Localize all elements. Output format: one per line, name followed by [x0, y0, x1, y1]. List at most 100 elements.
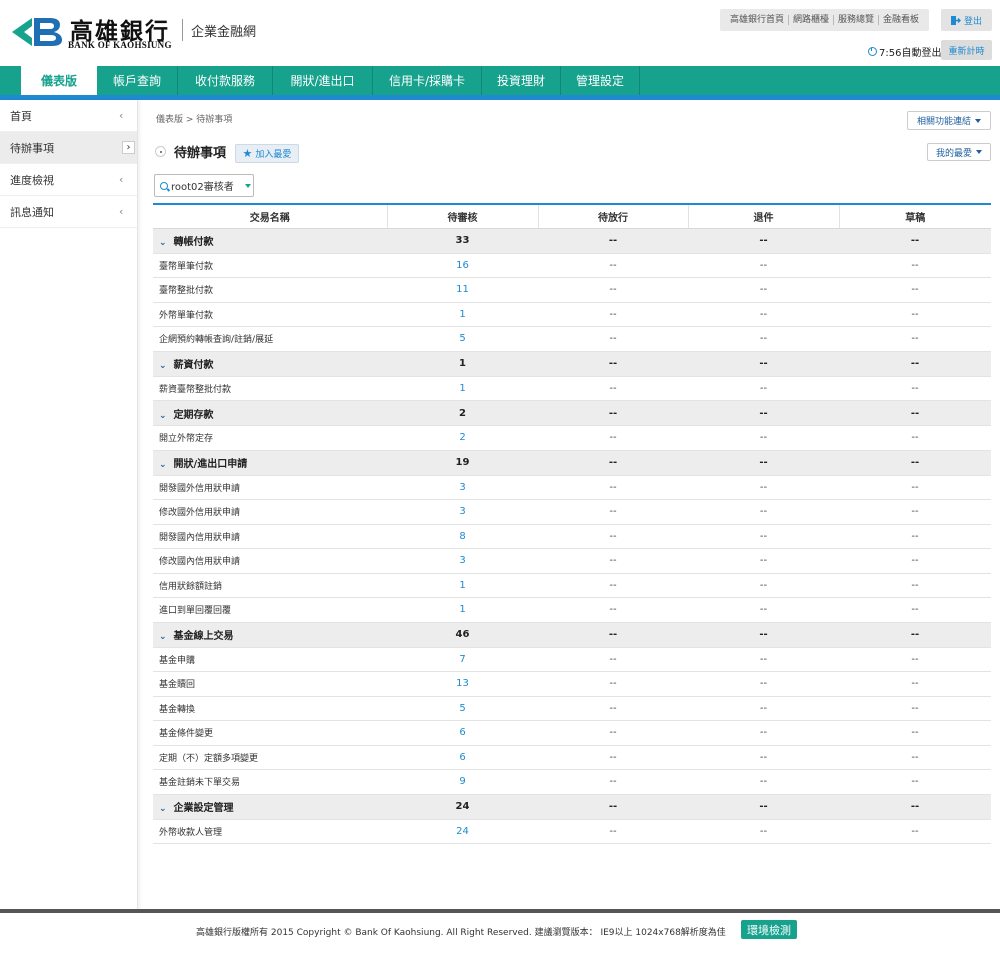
add-favorite-button[interactable]: ★ 加入最愛 [235, 144, 299, 163]
pending-cell[interactable]: 16 [387, 253, 538, 278]
table-row: 薪資臺幣整批付款 1 -- -- -- [153, 376, 991, 401]
chevron-down-icon[interactable]: ⌄ [159, 632, 167, 642]
link-service-overview[interactable]: 服務總覽 [834, 15, 880, 25]
sidebar-item-label: 待辦事項 [10, 141, 54, 155]
pending-cell[interactable]: 3 [387, 475, 538, 500]
transaction-name-cell: 進口到單回覆回覆 [153, 597, 387, 623]
transaction-name-cell: 薪資臺幣整批付款 [153, 376, 387, 401]
transaction-name-cell: 開發國外信用狀申請 [153, 475, 387, 500]
pending-cell[interactable]: 5 [387, 326, 538, 352]
pending-cell[interactable]: 6 [387, 745, 538, 770]
related-functions-dropdown[interactable]: 相關功能連結 [907, 111, 991, 130]
role-select[interactable]: root02審核者 [154, 174, 254, 197]
pending-cell[interactable]: 9 [387, 769, 538, 795]
pending-cell[interactable]: 3 [387, 499, 538, 525]
nav-lc-import-export[interactable]: 開狀/進出口 [273, 66, 373, 95]
group-row[interactable]: ⌄ 企業設定管理 24 -- -- -- [153, 793, 991, 820]
pending-cell[interactable]: 5 [387, 696, 538, 721]
release-cell: -- [538, 475, 688, 500]
search-icon [160, 181, 168, 190]
link-finance-board[interactable]: 金融看板 [879, 15, 923, 25]
sidebar-item-label: 進度檢視 [10, 173, 54, 187]
link-bank-home[interactable]: 高雄銀行首頁 [726, 15, 790, 25]
nav-credit-card[interactable]: 信用卡/採購卡 [373, 66, 482, 95]
table-row: 開立外幣定存 2 -- -- -- [153, 425, 991, 451]
pending-cell[interactable]: 1 [387, 597, 538, 623]
my-favorites-dropdown[interactable]: 我的最愛 [927, 143, 991, 161]
chevron-down-icon[interactable]: ⌄ [159, 460, 167, 470]
pending-cell[interactable]: 11 [387, 277, 538, 303]
table-row: 企網預約轉帳查詢/註銷/展延 5 -- -- -- [153, 326, 991, 352]
pending-cell[interactable]: 7 [387, 647, 538, 672]
transaction-name-cell: 信用狀餘額註銷 [153, 573, 387, 598]
sidebar-item-messages[interactable]: 訊息通知 ‹ [0, 196, 137, 228]
chevron-down-icon[interactable]: ⌄ [159, 238, 167, 248]
pending-cell[interactable]: 2 [387, 425, 538, 451]
group-row[interactable]: ⌄ 轉帳付款 33 -- -- -- [153, 227, 991, 254]
logout-icon [950, 15, 961, 25]
reject-cell: -- [688, 745, 839, 770]
pending-cell[interactable]: 1 [387, 573, 538, 598]
site-subtitle: 企業金融網 [191, 25, 257, 40]
link-online-counter[interactable]: 網路櫃檯 [789, 15, 835, 25]
caret-down-icon [244, 183, 251, 188]
chevron-down-icon[interactable]: ⌄ [159, 361, 167, 371]
nav-dashboard[interactable]: 儀表版 [21, 66, 97, 95]
draft-cell: -- [839, 671, 991, 697]
nav-admin-settings[interactable]: 管理設定 [561, 66, 640, 95]
transaction-name-cell: 外幣單筆付款 [153, 302, 387, 327]
reject-cell: -- [688, 277, 839, 303]
group-row[interactable]: ⌄ 開狀/進出口申請 19 -- -- -- [153, 449, 991, 476]
reject-cell: -- [688, 819, 839, 844]
chevron-down-icon[interactable]: ⌄ [159, 804, 167, 814]
group-row[interactable]: ⌄ 薪資付款 1 -- -- -- [153, 350, 991, 377]
pending-cell[interactable]: 13 [387, 671, 538, 697]
pending-cell[interactable]: 1 [387, 376, 538, 401]
pending-cell[interactable]: 6 [387, 720, 538, 746]
table-row: 外幣單筆付款 1 -- -- -- [153, 302, 991, 327]
bank-logo[interactable] [10, 14, 65, 50]
draft-cell: -- [839, 720, 991, 746]
col-pending-release: 待放行 [537, 203, 688, 229]
breadcrumb: 儀表版 > 待辦事項 [156, 115, 233, 125]
reject-cell: -- [688, 475, 839, 500]
reject-cell: -- [688, 720, 839, 746]
col-draft: 草稿 [838, 203, 991, 229]
release-cell: -- [538, 647, 688, 672]
sidebar-item-todo[interactable]: 待辦事項 › [0, 132, 137, 164]
caret-down-icon [975, 118, 981, 123]
sidebar-item-progress[interactable]: 進度檢視 ‹ [0, 164, 137, 196]
pending-cell[interactable]: 3 [387, 548, 538, 574]
draft-cell: -- [839, 745, 991, 770]
nav-investment[interactable]: 投資理財 [482, 66, 561, 95]
group-pending-cell: 33 [387, 227, 538, 254]
pending-cell[interactable]: 1 [387, 302, 538, 327]
nav-account-query[interactable]: 帳戶查詢 [97, 66, 178, 95]
table-row: 信用狀餘額註銷 1 -- -- -- [153, 573, 991, 598]
nav-payment-services[interactable]: 收付款服務 [178, 66, 273, 95]
logout-button[interactable]: 登出 [941, 9, 992, 31]
environment-check-button[interactable]: 環境檢測 [741, 920, 797, 939]
chevron-down-icon[interactable]: ⌄ [159, 411, 167, 421]
group-name: 基金線上交易 [173, 631, 234, 642]
group-pending-cell: 19 [387, 449, 538, 476]
pending-cell[interactable]: 8 [387, 524, 538, 549]
table-row: 修改國外信用狀申請 3 -- -- -- [153, 499, 991, 525]
reject-cell: -- [688, 376, 839, 401]
sidebar-item-home[interactable]: 首頁 ‹ [0, 100, 137, 132]
pending-cell[interactable]: 24 [387, 819, 538, 844]
nav-underline [0, 95, 1000, 100]
top-links: 高雄銀行首頁 網路櫃檯 服務總覽 金融看板 [720, 9, 930, 31]
release-cell: -- [538, 745, 688, 770]
reset-timer-button[interactable]: 重新計時 [941, 40, 992, 60]
table-row: 基金申購 7 -- -- -- [153, 647, 991, 672]
group-release-cell: -- [538, 793, 688, 820]
group-reject-cell: -- [688, 227, 839, 254]
draft-cell: -- [839, 425, 991, 451]
group-row[interactable]: ⌄ 基金線上交易 46 -- -- -- [153, 621, 991, 648]
draft-cell: -- [839, 548, 991, 574]
group-row[interactable]: ⌄ 定期存款 2 -- -- -- [153, 400, 991, 426]
group-reject-cell: -- [688, 449, 839, 476]
reject-cell: -- [688, 597, 839, 623]
table-row: 開發國內信用狀申請 8 -- -- -- [153, 524, 991, 549]
